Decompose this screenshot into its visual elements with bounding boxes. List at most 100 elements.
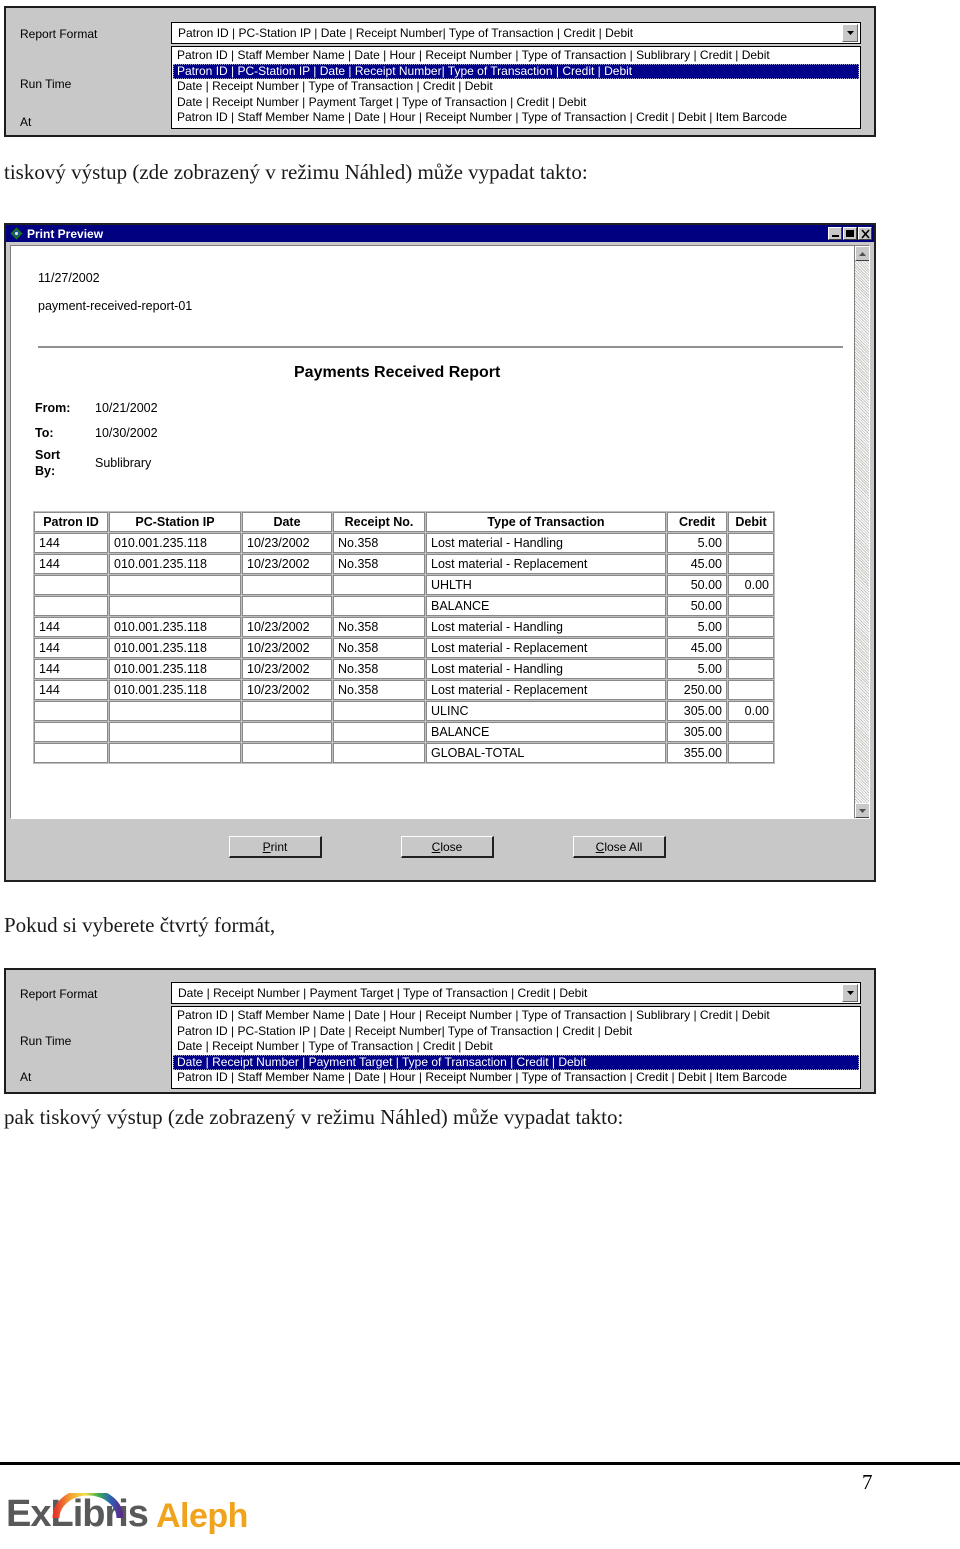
from-label: From: bbox=[35, 401, 71, 415]
cell-patron-id bbox=[34, 575, 108, 595]
caption-text-2: Pokud si vyberete čtvrtý formát, bbox=[4, 913, 276, 937]
cell-patron-id bbox=[34, 722, 108, 742]
cell-date bbox=[242, 722, 332, 742]
cell-credit: 5.00 bbox=[667, 659, 727, 679]
cell-pc-station-ip: 010.001.235.118 bbox=[109, 617, 241, 637]
exlibris-aleph-logo: ExLibris Aleph bbox=[6, 1488, 248, 1535]
report-format-panel-top: Report Format Run Time At Patron ID | PC… bbox=[4, 6, 876, 137]
scroll-up-icon[interactable] bbox=[855, 246, 869, 261]
column-header: Patron ID bbox=[34, 512, 108, 532]
cell-date: 10/23/2002 bbox=[242, 554, 332, 574]
cell-debit bbox=[728, 743, 774, 763]
cell-credit: 50.00 bbox=[667, 596, 727, 616]
cell-patron-id: 144 bbox=[34, 617, 108, 637]
column-header: Credit bbox=[667, 512, 727, 532]
cell-type-of-transaction: Lost material - Handling bbox=[426, 533, 666, 553]
cell-patron-id: 144 bbox=[34, 533, 108, 553]
table-row: 144 010.001.235.118 10/23/2002 No.358 Lost m… bbox=[34, 554, 774, 574]
list-item[interactable]: Patron ID | PC-Station IP | Date | Recei… bbox=[173, 1024, 859, 1040]
cell-receipt-no bbox=[333, 743, 425, 763]
document-page: Report Format Run Time At Patron ID | PC… bbox=[0, 0, 960, 1549]
report-format-combobox-value: Patron ID | PC-Station IP | Date | Recei… bbox=[178, 26, 634, 40]
cell-debit: 0.00 bbox=[728, 575, 774, 595]
report-format-dropdown-list[interactable]: Patron ID | Staff Member Name | Date | H… bbox=[171, 1006, 861, 1089]
header-divider bbox=[38, 346, 843, 348]
cell-debit bbox=[728, 680, 774, 700]
list-item[interactable]: Patron ID | Staff Member Name | Date | H… bbox=[173, 1070, 859, 1086]
cell-credit: 305.00 bbox=[667, 701, 727, 721]
table-row: GLOBAL-TOTAL 355.00 bbox=[34, 743, 774, 763]
cell-credit: 355.00 bbox=[667, 743, 727, 763]
close-all-button[interactable]: Close All bbox=[573, 836, 666, 858]
page-number: 7 bbox=[862, 1470, 873, 1494]
cell-patron-id bbox=[34, 596, 108, 616]
cell-type-of-transaction: Lost material - Handling bbox=[426, 617, 666, 637]
scroll-down-icon[interactable] bbox=[855, 803, 869, 818]
list-item[interactable]: Date | Receipt Number | Payment Target |… bbox=[173, 1054, 859, 1070]
list-item[interactable]: Date | Receipt Number | Type of Transact… bbox=[173, 79, 859, 95]
cell-debit bbox=[728, 638, 774, 658]
logo-secondary-text: Aleph bbox=[155, 1497, 248, 1535]
caption-text-1: tiskový výstup (zde zobrazený v režimu N… bbox=[4, 160, 588, 184]
print-button[interactable]: Print bbox=[229, 836, 322, 858]
cell-patron-id bbox=[34, 743, 108, 763]
table-row: 144 010.001.235.118 10/23/2002 No.358 Lost m… bbox=[34, 680, 774, 700]
cell-credit: 45.00 bbox=[667, 554, 727, 574]
cell-pc-station-ip: 010.001.235.118 bbox=[109, 554, 241, 574]
cell-debit bbox=[728, 659, 774, 679]
table-row: UHLTH 50.00 0.00 bbox=[34, 575, 774, 595]
cell-type-of-transaction: BALANCE bbox=[426, 596, 666, 616]
cell-date: 10/23/2002 bbox=[242, 617, 332, 637]
close-icon[interactable] bbox=[858, 227, 872, 240]
chevron-down-icon[interactable] bbox=[842, 24, 858, 42]
table-row: BALANCE 50.00 bbox=[34, 596, 774, 616]
cell-credit: 50.00 bbox=[667, 575, 727, 595]
sort-by-label-line1: Sort bbox=[35, 448, 60, 462]
chevron-down-icon[interactable] bbox=[842, 984, 858, 1002]
list-item[interactable]: Patron ID | Staff Member Name | Date | H… bbox=[173, 48, 859, 64]
cell-type-of-transaction: Lost material - Handling bbox=[426, 659, 666, 679]
column-header: Type of Transaction bbox=[426, 512, 666, 532]
table-header-row: Patron ID PC-Station IP Date Receipt No.… bbox=[34, 512, 774, 532]
cell-date: 10/23/2002 bbox=[242, 659, 332, 679]
cell-debit bbox=[728, 596, 774, 616]
list-item[interactable]: Date | Receipt Number | Type of Transact… bbox=[173, 1039, 859, 1055]
cell-type-of-transaction: UHLTH bbox=[426, 575, 666, 595]
cell-date: 10/23/2002 bbox=[242, 638, 332, 658]
cell-receipt-no bbox=[333, 701, 425, 721]
report-title: Payments Received Report bbox=[294, 364, 501, 381]
minimize-icon[interactable] bbox=[828, 227, 842, 240]
report-format-dropdown-list[interactable]: Patron ID | Staff Member Name | Date | H… bbox=[171, 46, 861, 129]
cell-type-of-transaction: Lost material - Replacement bbox=[426, 680, 666, 700]
list-item[interactable]: Patron ID | PC-Station IP | Date | Recei… bbox=[173, 63, 859, 79]
column-header: PC-Station IP bbox=[109, 512, 241, 532]
run-time-label: Run Time bbox=[20, 1034, 72, 1048]
column-header: Receipt No. bbox=[333, 512, 425, 532]
cell-debit: 0.00 bbox=[728, 701, 774, 721]
list-item[interactable]: Patron ID | Staff Member Name | Date | H… bbox=[173, 1008, 859, 1024]
cell-pc-station-ip bbox=[109, 596, 241, 616]
table-row: ULINC 305.00 0.00 bbox=[34, 701, 774, 721]
report-format-combobox[interactable]: Date | Receipt Number | Payment Target |… bbox=[171, 982, 861, 1004]
cell-receipt-no: No.358 bbox=[333, 554, 425, 574]
cell-receipt-no: No.358 bbox=[333, 659, 425, 679]
cell-patron-id: 144 bbox=[34, 659, 108, 679]
list-item[interactable]: Patron ID | Staff Member Name | Date | H… bbox=[173, 110, 859, 126]
sort-by-label-line2: By: bbox=[35, 464, 56, 478]
column-header: Debit bbox=[728, 512, 774, 532]
cell-patron-id: 144 bbox=[34, 554, 108, 574]
cell-pc-station-ip bbox=[109, 743, 241, 763]
table-row: 144 010.001.235.118 10/23/2002 No.358 Lost m… bbox=[34, 533, 774, 553]
print-preview-titlebar[interactable]: Print Preview bbox=[6, 225, 874, 242]
cell-credit: 45.00 bbox=[667, 638, 727, 658]
close-button[interactable]: Close bbox=[401, 836, 494, 858]
cell-receipt-no: No.358 bbox=[333, 680, 425, 700]
list-item[interactable]: Date | Receipt Number | Payment Target |… bbox=[173, 95, 859, 111]
to-value: 10/30/2002 bbox=[95, 426, 158, 440]
table-row: 144 010.001.235.118 10/23/2002 No.358 Lost m… bbox=[34, 659, 774, 679]
preview-vertical-scrollbar[interactable] bbox=[854, 246, 869, 818]
cell-type-of-transaction: Lost material - Replacement bbox=[426, 638, 666, 658]
cell-pc-station-ip bbox=[109, 722, 241, 742]
report-format-combobox[interactable]: Patron ID | PC-Station IP | Date | Recei… bbox=[171, 22, 861, 44]
maximize-icon[interactable] bbox=[843, 227, 857, 240]
